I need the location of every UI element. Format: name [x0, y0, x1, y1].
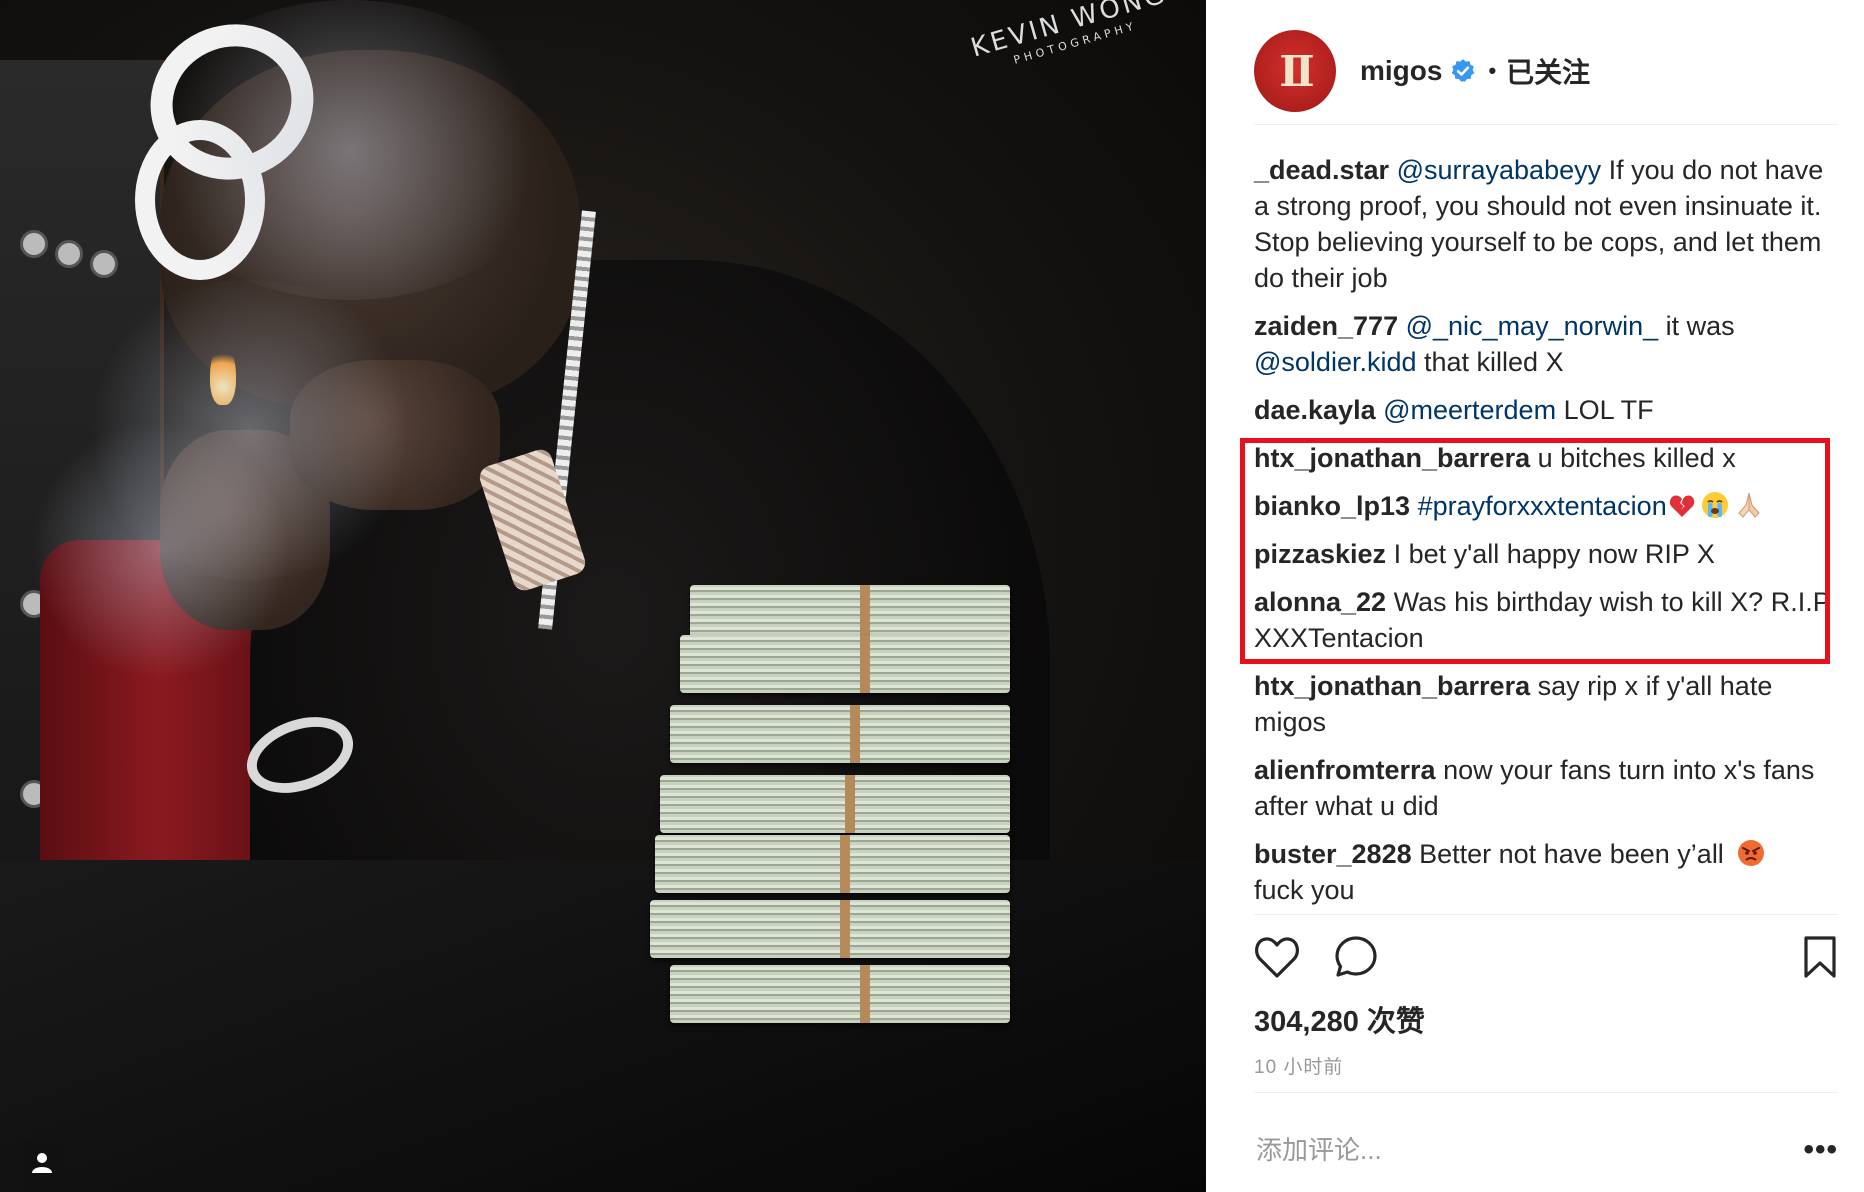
comment-list: _dead.star @surrayababeyy If you do not …	[1254, 152, 1838, 920]
cash-bundle	[670, 965, 1010, 1023]
smoke	[140, 0, 560, 300]
comment-username[interactable]: buster_2828	[1254, 839, 1412, 869]
comment-input[interactable]	[1254, 1133, 1738, 1167]
post-sidebar: II migos • 已关注 _dead.star @surrayababeyy…	[1206, 0, 1864, 1192]
action-bar	[1254, 935, 1838, 985]
divider	[1254, 914, 1838, 915]
verified-badge-icon	[1452, 59, 1475, 82]
comment-hashtag[interactable]: #prayforxxxtentacion	[1418, 491, 1667, 521]
cash-bundle	[670, 705, 1010, 763]
comment-username[interactable]: bianko_lp13	[1254, 491, 1410, 521]
comment-username[interactable]: htx_jonathan_barrera	[1254, 671, 1530, 701]
comment-username[interactable]: _dead.star	[1254, 155, 1389, 185]
watermark-name: KEVIN WONG	[967, 0, 1171, 64]
divider	[1254, 124, 1838, 125]
comment-username[interactable]: dae.kayla	[1254, 395, 1376, 425]
comment: pizzaskiez I bet y'all happy now RIP X	[1254, 536, 1838, 572]
bookmark-icon[interactable]	[1802, 935, 1838, 979]
crying-face-icon	[1701, 492, 1728, 518]
comment-text: it was	[1658, 311, 1735, 341]
like-count[interactable]: 304,280 次赞	[1254, 998, 1425, 1040]
rack-knob	[55, 240, 83, 268]
cash-bundle	[650, 900, 1010, 958]
comment: htx_jonathan_barrera u bitches killed x	[1254, 440, 1838, 476]
comment-text: I bet y'all happy now RIP X	[1386, 539, 1715, 569]
smoke	[30, 420, 290, 680]
comment: bianko_lp13 #prayforxxxtentacion	[1254, 488, 1838, 524]
post-header: II migos • 已关注	[1254, 30, 1590, 112]
comment-mention[interactable]: @_nic_may_norwin_	[1406, 311, 1659, 341]
comment: _dead.star @surrayababeyy If you do not …	[1254, 152, 1838, 296]
heart-icon[interactable]	[1254, 935, 1300, 979]
post-timestamp[interactable]: 10 小时前	[1254, 1052, 1343, 1079]
person-icon	[32, 1153, 52, 1173]
post-username[interactable]: migos	[1360, 55, 1442, 87]
comment: dae.kayla @meerterdem LOL TF	[1254, 392, 1838, 428]
angry-face-icon	[1738, 840, 1765, 866]
follow-status-button[interactable]: 已关注	[1506, 51, 1590, 91]
comment-username[interactable]: pizzaskiez	[1254, 539, 1386, 569]
comment-text: u bitches killed x	[1530, 443, 1736, 473]
comment-mention[interactable]: @meerterdem	[1383, 395, 1556, 425]
more-options-button[interactable]: •••	[1803, 1133, 1838, 1167]
divider	[1254, 1092, 1838, 1093]
cash-bundle	[660, 775, 1010, 833]
comment: buster_2828 Better not have been y’all f…	[1254, 836, 1838, 908]
comment-username[interactable]: alienfromterra	[1254, 755, 1436, 785]
comment-username[interactable]: alonna_22	[1254, 587, 1386, 617]
separator-dot: •	[1488, 58, 1497, 83]
broken-heart-icon	[1669, 495, 1694, 517]
comment: alonna_22 Was his birthday wish to kill …	[1254, 584, 1838, 656]
tagged-users-button[interactable]	[22, 1142, 62, 1182]
photographer-watermark: KEVIN WONG PHOTOGRAPHY	[968, 0, 1174, 76]
comment-icon[interactable]	[1334, 935, 1378, 979]
comment: htx_jonathan_barrera say rip x if y'all …	[1254, 668, 1838, 740]
comment-mention[interactable]: @soldier.kidd	[1254, 347, 1417, 377]
comment-username[interactable]: zaiden_777	[1254, 311, 1398, 341]
post-photo[interactable]: KEVIN WONG PHOTOGRAPHY	[0, 0, 1206, 1192]
comment-text: Better not have been y’all	[1411, 839, 1732, 869]
rack-knob	[90, 250, 118, 278]
avatar[interactable]: II	[1254, 30, 1336, 112]
add-comment-bar: •••	[1254, 1130, 1838, 1170]
comment-text: that killed X	[1416, 347, 1564, 377]
comment-text: LOL TF	[1556, 395, 1654, 425]
comment: alienfromterra now your fans turn into x…	[1254, 752, 1838, 824]
cash-bundle	[655, 835, 1010, 893]
money-stack	[650, 585, 1050, 1035]
comment: zaiden_777 @_nic_may_norwin_ it was @sol…	[1254, 308, 1838, 380]
praying-hands-icon	[1738, 492, 1760, 518]
comment-mention[interactable]: @surrayababeyy	[1397, 155, 1602, 185]
cash-bundle	[680, 635, 1010, 693]
migos-logo-icon: II	[1279, 46, 1314, 96]
rack-knob	[20, 230, 48, 258]
comment-text: fuck you	[1254, 875, 1355, 905]
comment-username[interactable]: htx_jonathan_barrera	[1254, 443, 1530, 473]
